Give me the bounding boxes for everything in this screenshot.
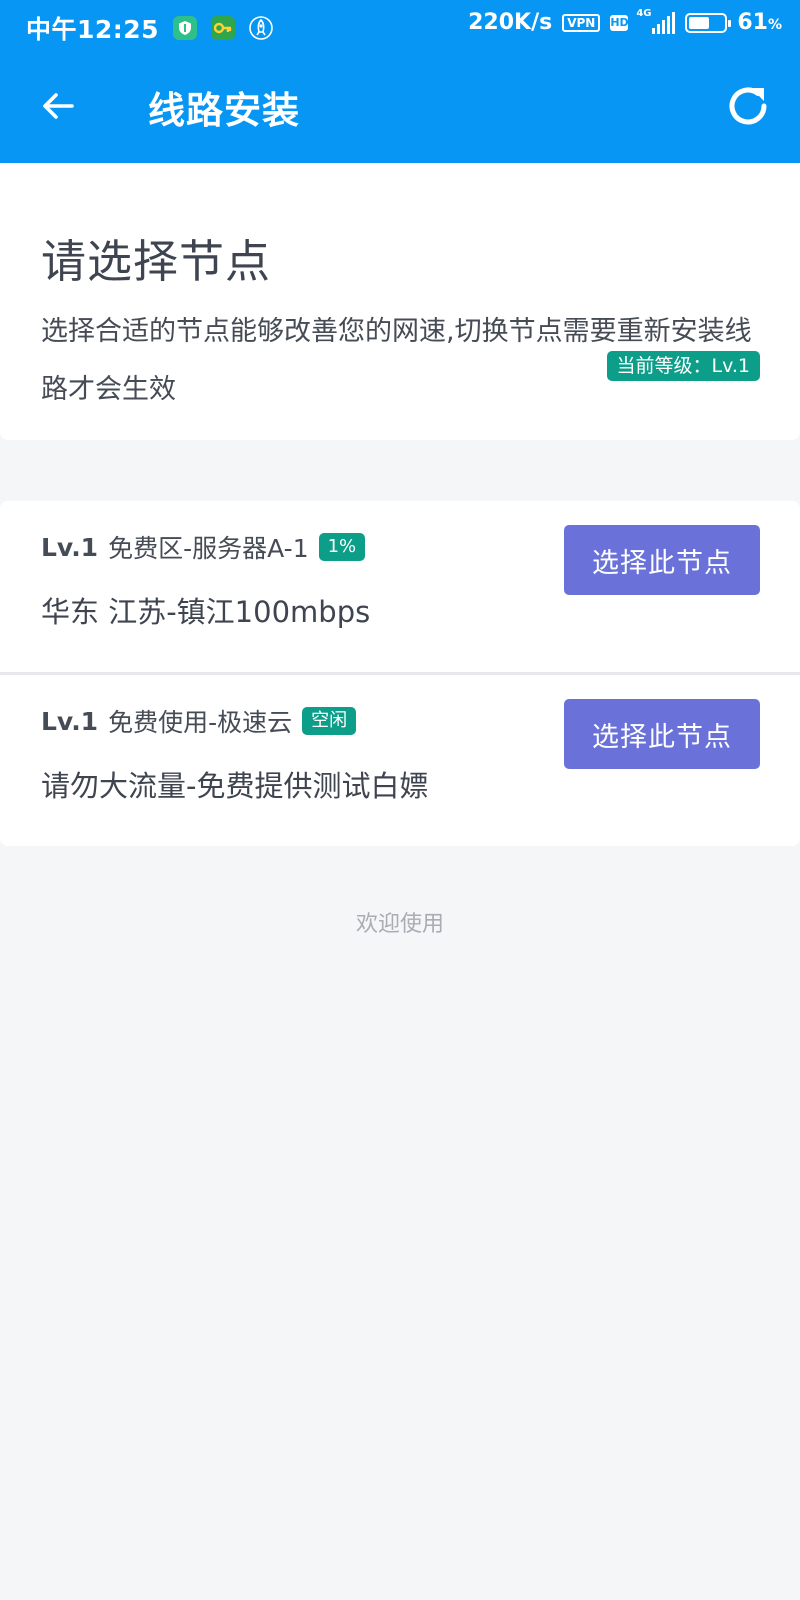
page-title: 线路安装 [148, 89, 300, 132]
hd-badge: HD [610, 14, 629, 31]
net-speed: 220K/s [468, 10, 553, 35]
status-left: 中午12:25 [26, 10, 273, 46]
node-list: Lv.1 免费区-服务器A-1 1% 华东 江苏-镇江100mbps 选择此节点… [0, 501, 800, 846]
node-name: Lv.1 免费使用-极速云 空闲 [41, 703, 357, 739]
node-name: Lv.1 免费区-服务器A-1 1% [41, 529, 366, 565]
back-button[interactable] [30, 78, 86, 134]
node-load-badge: 1% [318, 533, 366, 561]
node-server-name: 免费区-服务器A-1 [108, 534, 309, 563]
vpn-badge: VPN [562, 13, 601, 32]
top-header: 中午12:25 220K/s VPN HD 4G 61% 线路安装 [0, 0, 800, 163]
current-level-badge: 当前等级：Lv.1 [606, 351, 760, 381]
network-type: 4G [636, 7, 652, 19]
node-server-name: 免费使用-极速云 [108, 708, 293, 737]
node-item: Lv.1 免费区-服务器A-1 1% 华东 江苏-镇江100mbps 选择此节点 [0, 501, 800, 672]
intro-title: 请选择节点 [41, 235, 272, 288]
status-right: 220K/s VPN HD 4G 61% [468, 8, 782, 36]
welcome-text: 欢迎使用 [355, 912, 444, 937]
node-description: 请勿大流量-免费提供测试白嫖 [41, 769, 429, 803]
rocket-app-icon [249, 16, 273, 40]
intro-card: 请选择节点 选择合适的节点能够改善您的网速,切换节点需要重新安装线路才会生效 当… [0, 163, 800, 440]
node-description: 华东 江苏-镇江100mbps [41, 595, 371, 629]
arrow-left-icon [43, 93, 74, 119]
refresh-button[interactable] [718, 76, 778, 136]
key-app-icon [211, 16, 236, 40]
node-item: Lv.1 免费使用-极速云 空闲 请勿大流量-免费提供测试白嫖 选择此节点 [0, 672, 800, 846]
shield-app-icon [173, 16, 198, 40]
select-node-button[interactable]: 选择此节点 [564, 699, 760, 769]
status-bar: 中午12:25 220K/s VPN HD 4G 61% [0, 0, 800, 52]
select-node-button[interactable]: 选择此节点 [564, 525, 760, 595]
battery-icon [685, 12, 732, 33]
battery-percent: 61% [737, 10, 782, 35]
node-level: Lv.1 [41, 706, 99, 736]
screen: 中午12:25 220K/s VPN HD 4G 61% 线路安装 请选择节点 … [0, 0, 800, 1600]
refresh-icon [729, 87, 767, 125]
signal-icon: 4G [636, 8, 676, 34]
app-bar: 线路安装 [0, 52, 800, 163]
status-time: 中午12:25 [26, 15, 160, 44]
node-load-badge: 空闲 [302, 707, 357, 735]
node-level: Lv.1 [41, 532, 99, 562]
battery-fill [689, 16, 709, 29]
